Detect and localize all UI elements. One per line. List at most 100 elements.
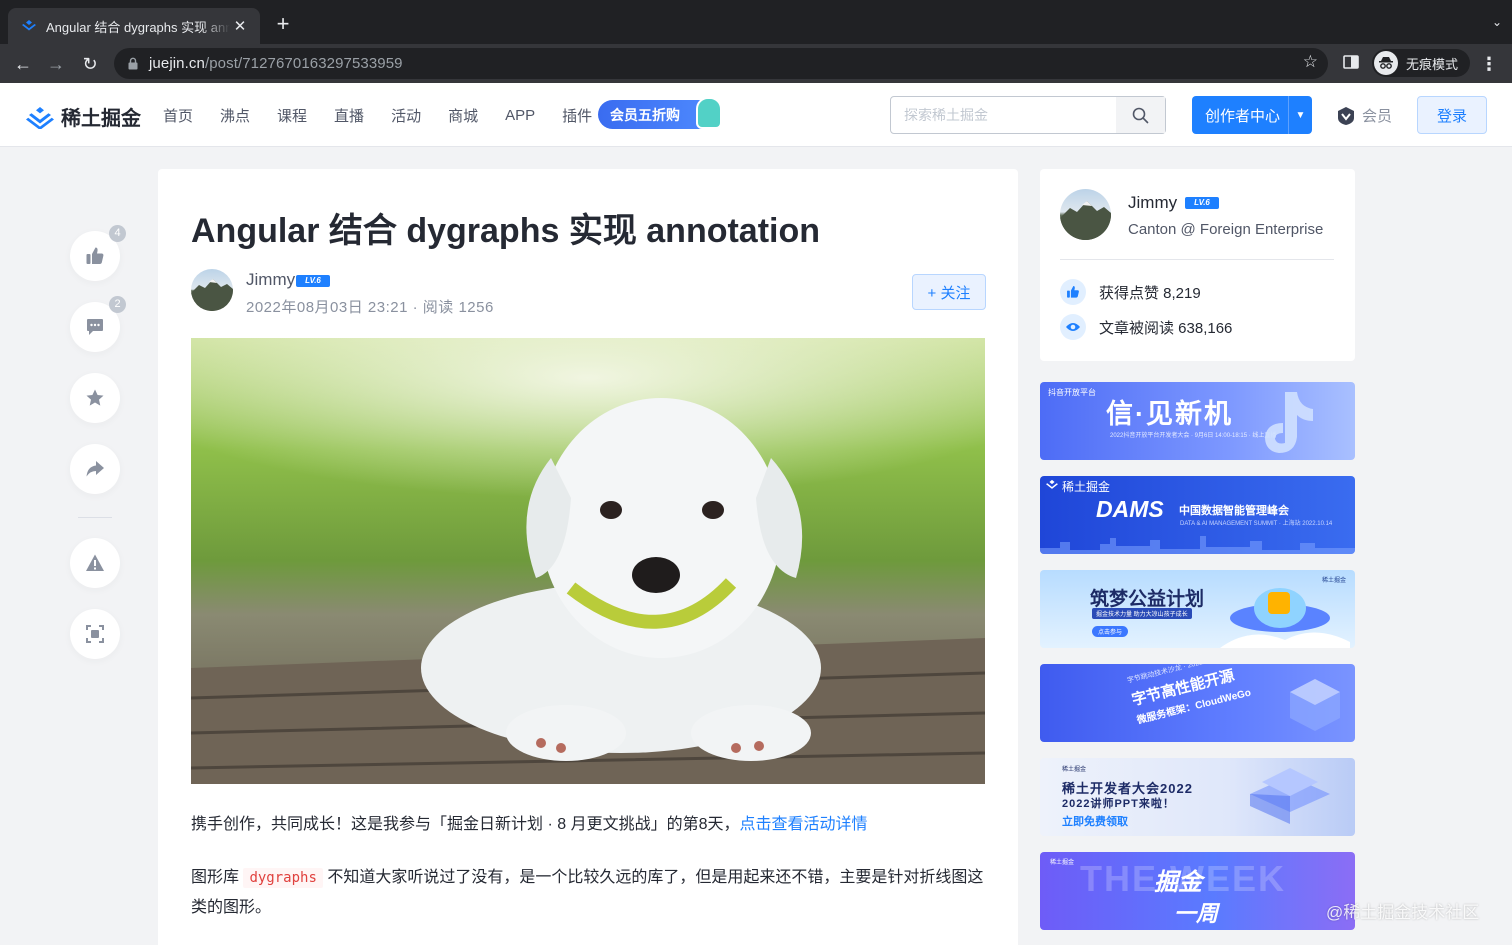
tab-close-icon[interactable]: ✕ <box>230 16 250 36</box>
banner-2-title2: 中国数据智能管理峰会 <box>1179 502 1289 518</box>
comment-button[interactable]: 2 <box>70 302 120 352</box>
search-button[interactable] <box>1116 97 1165 133</box>
vip-badge-icon <box>1336 106 1356 126</box>
banner-douyin-conference[interactable]: 抖音开放平台 信·见新机 2022抖音开放平台开发者大会 · 9月6日 14:0… <box>1040 382 1355 460</box>
creator-center-label: 创作者中心 <box>1192 105 1288 126</box>
creator-center-button[interactable]: 创作者中心 ▼ <box>1192 96 1312 134</box>
banner-5-link[interactable]: 立即免费领取 <box>1062 813 1128 829</box>
article-title: Angular 结合 dygraphs 实现 annotation <box>191 203 820 252</box>
forward-arrow-icon[interactable]: → <box>44 52 68 76</box>
banner-dams-summit[interactable]: 稀土掘金 DAMS 中国数据智能管理峰会 DATA & AI MANAGEMEN… <box>1040 476 1355 554</box>
author-name[interactable]: Jimmy <box>246 270 295 290</box>
url-text[interactable]: juejin.cn/post/7127670163297533959 <box>149 55 403 72</box>
browser-menu-icon[interactable]: ⋮ <box>1477 52 1501 76</box>
browser-tab-active[interactable]: Angular 结合 dygraphs 实现 annotation ✕ <box>8 8 260 44</box>
incognito-label: 无痕模式 <box>1406 54 1458 73</box>
eye-icon <box>1060 314 1086 340</box>
reload-icon[interactable]: ↻ <box>78 52 102 76</box>
ufo-illustration <box>1220 578 1350 648</box>
nav-item-home[interactable]: 首页 <box>163 105 193 126</box>
inline-code: dygraphs <box>243 868 322 888</box>
thumbs-up-icon <box>85 246 105 266</box>
banner-6-title2: 一周 <box>1174 896 1218 928</box>
new-tab-plus-icon[interactable]: + <box>272 13 294 35</box>
promo-label: 会员五折购 <box>610 105 680 125</box>
back-arrow-icon[interactable]: ← <box>11 52 35 76</box>
juejin-logo-icon <box>1044 479 1060 491</box>
article-paragraph-2: 图形库 dygraphs 不知道大家听说过了没有，是一个比较久远的库了，但是用起… <box>191 863 986 923</box>
nav-item-plugins[interactable]: 插件 <box>562 105 592 126</box>
side-divider <box>78 517 112 518</box>
like-button[interactable]: 4 <box>70 231 120 281</box>
article-paragraph-1: 携手创作，共同成长！这是我参与「掘金日新计划 · 8 月更文挑战」的第8天，点击… <box>191 810 986 840</box>
event-details-link[interactable]: 点击查看活动详情 <box>739 816 867 833</box>
search-box <box>890 96 1166 134</box>
card-author-avatar[interactable] <box>1060 189 1111 240</box>
banner-2-title: DAMS <box>1096 496 1164 523</box>
tab-title: Angular 结合 dygraphs 实现 annotation <box>46 17 230 36</box>
card-level-badge: LV.6 <box>1185 197 1219 209</box>
share-button[interactable] <box>70 444 120 494</box>
banner-3-sub: 掘金技术力量 助力大凉山孩子成长 <box>1092 608 1192 619</box>
lock-icon[interactable] <box>128 57 138 75</box>
nav-item-live[interactable]: 直播 <box>334 105 364 126</box>
follow-button[interactable]: + 关注 <box>912 274 986 310</box>
like-count-badge: 4 <box>109 225 126 242</box>
nav-item-app[interactable]: APP <box>505 107 535 124</box>
nav-item-pins[interactable]: 沸点 <box>220 105 250 126</box>
card-author-name[interactable]: Jimmy <box>1128 193 1177 213</box>
warning-icon <box>85 553 105 573</box>
share-arrow-icon <box>85 459 105 479</box>
card-divider <box>1060 259 1334 260</box>
logo-text: 稀土掘金 <box>61 102 141 131</box>
juejin-logo[interactable]: 稀土掘金 <box>25 102 141 131</box>
incognito-icon <box>1374 51 1398 75</box>
star-icon <box>85 388 105 408</box>
cube-3d-icon <box>1285 674 1345 734</box>
search-input[interactable] <box>891 97 1117 133</box>
banner-2-tag: 稀土掘金 <box>1062 478 1110 495</box>
comment-icon <box>85 317 105 337</box>
stat-likes: 获得点赞 8,219 <box>1060 279 1201 305</box>
article-card: Angular 结合 dygraphs 实现 annotation Jimmy … <box>158 169 1018 945</box>
login-button[interactable]: 登录 <box>1417 96 1487 134</box>
incognito-indicator[interactable]: 无痕模式 <box>1372 49 1470 77</box>
banner-6-tag: 稀土掘金 <box>1050 857 1074 866</box>
banner-juejin-week[interactable]: 稀土掘金 THE WEEK 掘金 一周 <box>1040 852 1355 930</box>
favorite-button[interactable] <box>70 373 120 423</box>
banner-4-rotated-text: 字节跳动技术沙龙 · 2022/8/27 · 14:00-17:00 字节高性能… <box>1126 664 1271 726</box>
banner-3-button[interactable]: 点击参与 <box>1092 626 1128 637</box>
site-header: 稀土掘金 首页 沸点 课程 直播 活动 商城 APP 插件 会员五折购 创作者中… <box>0 83 1512 147</box>
juejin-logo-icon <box>25 105 55 129</box>
nav-item-events[interactable]: 活动 <box>391 105 421 126</box>
banner-dev-conference[interactable]: 稀土掘金 稀土开发者大会2022 2022讲师PPT来啦！ 立即免费领取 <box>1040 758 1355 836</box>
city-skyline-graphic <box>1040 534 1355 554</box>
comment-count-badge: 2 <box>109 296 126 313</box>
banner-1-title: 信·见新机 <box>1106 392 1233 431</box>
focus-mode-button[interactable] <box>70 609 120 659</box>
side-panel-icon[interactable] <box>1342 53 1360 76</box>
banner-5-tag: 稀土掘金 <box>1062 764 1086 773</box>
nav-item-courses[interactable]: 课程 <box>277 105 307 126</box>
mascot-icon <box>696 97 722 129</box>
banner-2-sub: DATA & AI MANAGEMENT SUMMIT · 上海站 2022.1… <box>1180 518 1332 527</box>
stat-reads: 文章被阅读 638,166 <box>1060 314 1232 340</box>
banner-3-title: 筑梦公益计划 <box>1090 584 1204 611</box>
vip-link[interactable]: 会员 <box>1336 105 1392 126</box>
address-bar[interactable]: juejin.cn/post/7127670163297533959 ☆ <box>114 48 1328 79</box>
report-button[interactable] <box>70 538 120 588</box>
caret-down-icon[interactable]: ▼ <box>1288 96 1312 134</box>
bookmark-star-icon[interactable]: ☆ <box>1303 52 1318 72</box>
nav-item-store[interactable]: 商城 <box>448 105 478 126</box>
main-nav: 首页 沸点 课程 直播 活动 商城 APP 插件 <box>163 83 619 147</box>
article-meta: 2022年08月03日 23:21 · 阅读 1256 <box>246 296 494 317</box>
vip-label: 会员 <box>1362 105 1392 126</box>
banner-cloudwego[interactable]: 字节跳动技术沙龙 · 2022/8/27 · 14:00-17:00 字节高性能… <box>1040 664 1355 742</box>
banner-charity-plan[interactable]: 稀土掘金 筑梦公益计划 掘金技术力量 助力大凉山孩子成长 点击参与 <box>1040 570 1355 648</box>
author-info: Jimmy LV.6 2022年08月03日 23:21 · 阅读 1256 +… <box>191 269 986 315</box>
card-author-description: Canton @ Foreign Enterprise <box>1128 221 1323 238</box>
author-avatar[interactable] <box>191 269 233 311</box>
vip-promo-button[interactable]: 会员五折购 <box>598 100 720 129</box>
tab-search-chevron-icon[interactable]: ⌄ <box>1492 15 1502 29</box>
hero-image-puppy <box>191 338 985 784</box>
